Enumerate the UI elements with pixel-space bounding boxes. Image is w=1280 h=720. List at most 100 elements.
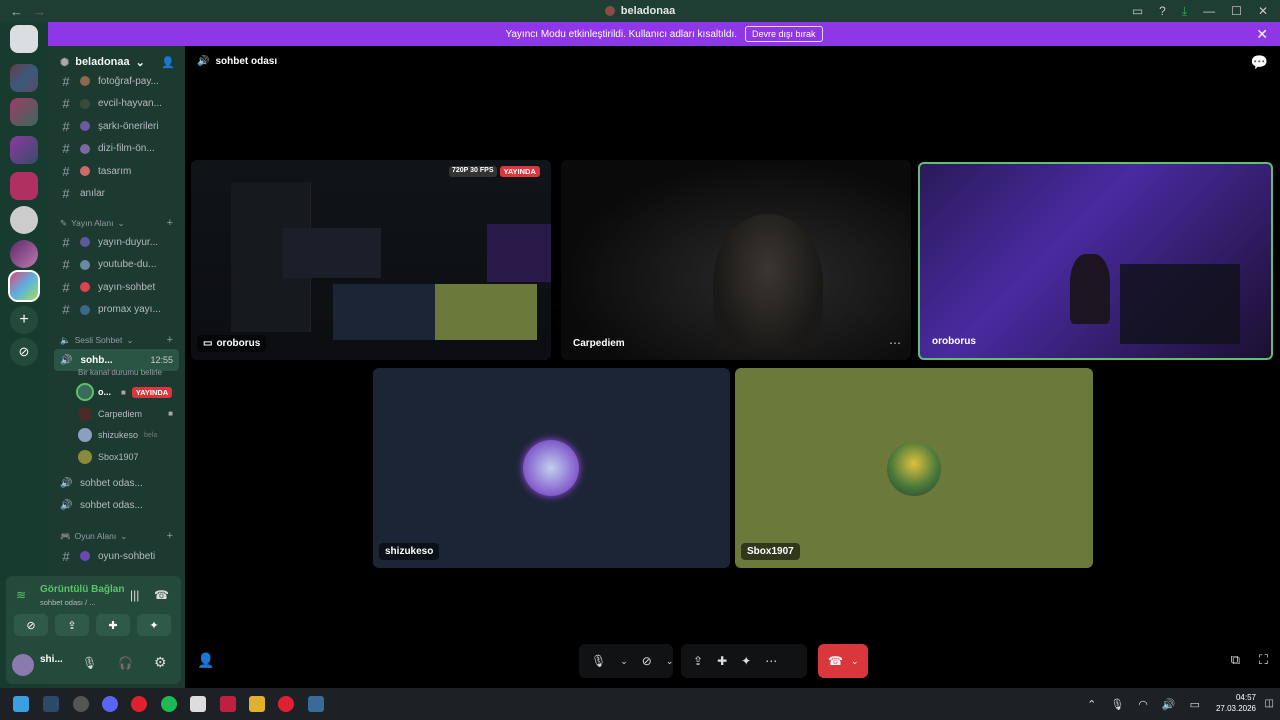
activities-icon[interactable]: ✚ xyxy=(717,654,727,668)
disable-streamer-mode-button[interactable]: Devre dışı bırak xyxy=(745,26,823,42)
headset-icon[interactable]: 🎧 xyxy=(118,656,133,670)
settings-gear-icon[interactable]: ⚙ xyxy=(154,654,167,671)
voice-status-subtitle[interactable]: sohbet odası / ... xyxy=(40,598,95,607)
close-notice-icon[interactable]: ✕ xyxy=(1256,26,1268,43)
hash-icon: # xyxy=(62,548,70,564)
camera-tile-carpediem[interactable]: Carpediem ⋯ xyxy=(561,160,911,360)
server-folder-3[interactable] xyxy=(10,136,38,164)
add-channel-icon[interactable]: + xyxy=(167,530,173,542)
screen-share-button[interactable]: ⇪ xyxy=(55,614,89,636)
app-icon[interactable] xyxy=(190,696,206,712)
channel-item[interactable]: # oyun-sohbeti xyxy=(48,545,185,567)
disconnect-icon[interactable]: ☎ xyxy=(154,588,169,602)
effects-button[interactable]: ✦ xyxy=(137,614,171,636)
chat-bubble-icon[interactable]: 💬 xyxy=(1251,54,1268,71)
category-game[interactable]: 🎮 Oyun Alanı ⌄ + xyxy=(48,527,185,545)
server-folder-2[interactable] xyxy=(10,98,38,126)
chevron-down-icon[interactable]: ⌄ xyxy=(666,656,674,667)
channel-item[interactable]: # fotoğraf-pay... xyxy=(48,70,185,92)
notification-icon[interactable]: ◫ xyxy=(1265,698,1274,709)
close-button[interactable]: ✕ xyxy=(1258,4,1268,18)
add-server-icon[interactable]: + xyxy=(10,306,38,334)
camera-tile-oroborus[interactable]: oroborus xyxy=(918,162,1273,360)
app-icon[interactable] xyxy=(308,696,324,712)
pinterest-icon[interactable] xyxy=(278,696,294,712)
voice-member[interactable]: Sbox1907 xyxy=(78,447,185,467)
username[interactable]: shi... xyxy=(40,654,63,665)
server-folder-4[interactable] xyxy=(10,172,38,200)
camera-off-icon[interactable]: ⊘ xyxy=(642,654,652,668)
channel-name: sohbet odas... xyxy=(80,477,143,489)
channel-item[interactable]: 🔊 sohbet odas... xyxy=(48,495,185,517)
add-channel-icon[interactable]: + xyxy=(167,217,173,229)
chevron-down-icon[interactable]: ⌄ xyxy=(620,656,628,667)
channel-item[interactable]: # anılar xyxy=(48,183,185,205)
channel-status[interactable]: Bir kanal durumu belirle xyxy=(78,368,162,377)
file-explorer-icon[interactable] xyxy=(249,696,265,712)
channel-name: evcil-hayvan... xyxy=(98,98,162,109)
screen-share-icon[interactable]: ⇪ xyxy=(693,654,703,668)
steam-icon[interactable] xyxy=(43,696,59,712)
discord-icon[interactable] xyxy=(102,696,118,712)
spotify-icon[interactable] xyxy=(161,696,177,712)
mic-icon[interactable]: 🎙 xyxy=(591,654,606,668)
avatar xyxy=(78,428,92,442)
effects-icon[interactable]: ✦ xyxy=(741,654,751,668)
disconnect-button[interactable]: ☎ ⌄ xyxy=(818,644,868,678)
channel-item[interactable]: # tasarım xyxy=(48,160,185,182)
activities-button[interactable]: ✚ xyxy=(96,614,130,636)
camera-off-button[interactable]: ⊘ xyxy=(14,614,48,636)
avatar-tile-sbox[interactable]: Sbox1907 xyxy=(735,368,1093,568)
server-icon-statue[interactable] xyxy=(10,206,38,234)
fullscreen-icon[interactable]: ⛶ xyxy=(1259,652,1268,668)
channel-item[interactable]: # yayın-sohbet xyxy=(48,276,185,298)
help-icon[interactable]: ? xyxy=(1159,4,1166,18)
mic-icon[interactable]: 🎙 xyxy=(1110,698,1124,711)
channel-item[interactable]: # youtube-du... xyxy=(48,254,185,276)
avatar-tile-shizukeso[interactable]: shizukeso xyxy=(373,368,730,568)
clock[interactable]: 04:57 27.03.2026 xyxy=(1216,692,1256,714)
channel-item[interactable]: # dizi-film-ön... xyxy=(48,138,185,160)
screen-share-tile[interactable]: 720P 30 FPS YAYINDA ▭ oroborus xyxy=(191,160,551,360)
add-member-icon[interactable]: 👤 xyxy=(161,56,175,69)
adobe-icon[interactable] xyxy=(220,696,236,712)
inbox-icon[interactable]: ▭ xyxy=(1132,4,1143,18)
home-discord-icon[interactable] xyxy=(10,25,38,53)
voice-member[interactable]: Carpediem ■ xyxy=(78,404,185,424)
pop-out-icon[interactable]: ⧉ xyxy=(1231,652,1240,668)
server-icon-beladonaa[interactable] xyxy=(8,270,40,302)
download-icon[interactable]: ⤓ xyxy=(1182,4,1187,19)
avatar[interactable] xyxy=(12,654,34,676)
invite-user-icon[interactable]: 👤 xyxy=(197,652,214,669)
maximize-button[interactable]: ☐ xyxy=(1231,4,1242,18)
opera-gx-icon[interactable] xyxy=(131,696,147,712)
more-options-icon[interactable]: ⋯ xyxy=(765,654,777,668)
signal-icon[interactable]: ≋ xyxy=(16,588,26,602)
add-channel-icon[interactable]: + xyxy=(167,334,173,346)
channel-item[interactable]: # promax yayı... xyxy=(48,299,185,321)
explore-icon[interactable]: ⊘ xyxy=(10,338,38,366)
channel-item[interactable]: # yayın-duyur... xyxy=(48,231,185,253)
server-icon-art[interactable] xyxy=(10,240,38,268)
volume-icon[interactable]: 🔊 xyxy=(1162,698,1176,711)
minimize-button[interactable]: — xyxy=(1203,4,1215,18)
category-stream[interactable]: ✎ Yayın Alanı ⌄ + xyxy=(48,214,185,232)
channel-item[interactable]: 🔊 sohbet odas... xyxy=(48,472,185,494)
category-voice[interactable]: 🔈 Sesli Sohbet ⌄ + xyxy=(48,331,185,349)
app-icon[interactable] xyxy=(73,696,89,712)
battery-icon[interactable]: ▭ xyxy=(1190,698,1200,711)
voice-member[interactable]: o... ■ YAYINDA xyxy=(76,382,185,402)
start-icon[interactable] xyxy=(13,696,29,712)
voice-member[interactable]: shizukeso bela xyxy=(78,425,185,445)
soundboard-icon[interactable]: ||| xyxy=(130,588,139,602)
wifi-icon[interactable]: ◠ xyxy=(1138,698,1148,711)
camera-icon: ■ xyxy=(168,409,173,418)
gamepad-icon: 🎮 xyxy=(60,530,71,541)
channel-item[interactable]: # şarkı-önerileri xyxy=(48,115,185,137)
more-options-icon[interactable]: ⋯ xyxy=(889,336,901,350)
mic-icon[interactable]: 🎙 xyxy=(82,656,97,670)
person-silhouette xyxy=(1070,254,1110,324)
chevron-up-icon[interactable]: ⌃ xyxy=(1087,698,1096,711)
server-folder-1[interactable] xyxy=(10,64,38,92)
channel-item[interactable]: # evcil-hayvan... xyxy=(48,93,185,115)
